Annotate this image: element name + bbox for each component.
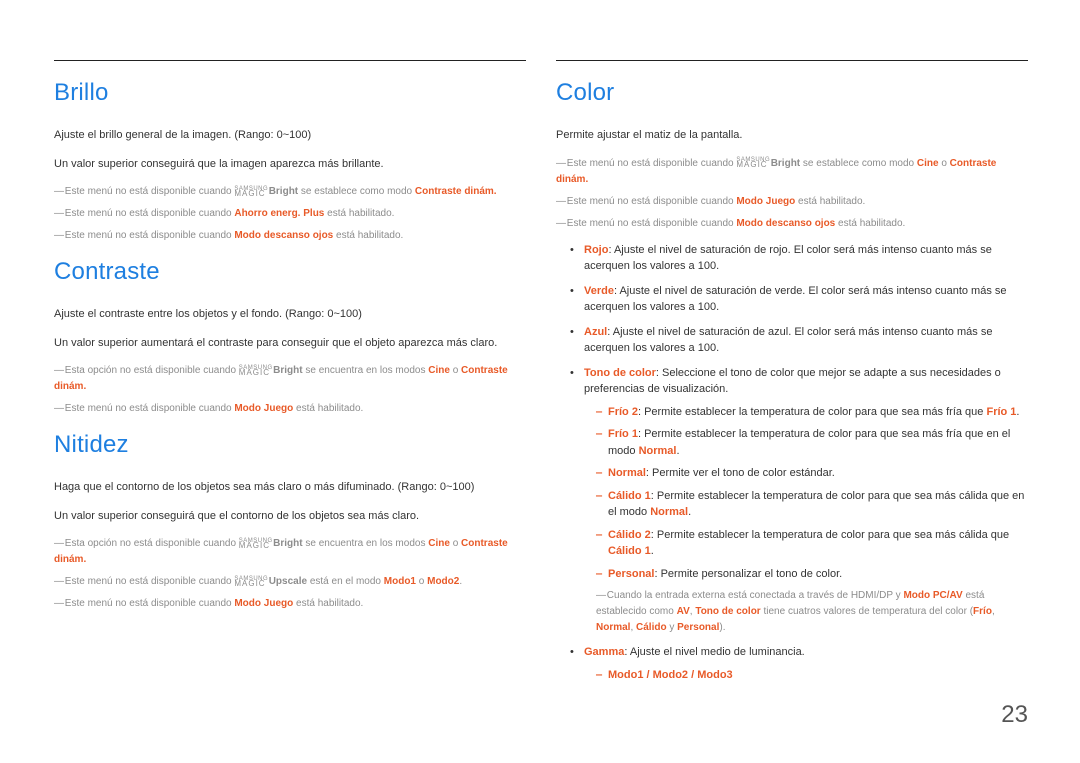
color-note1: Este menú no está disponible cuando SAMS… xyxy=(556,156,1028,188)
color-desc1: Permite ajustar el matiz de la pantalla. xyxy=(556,127,1028,144)
bullet-rojo: Rojo: Ajuste el nivel de saturación de r… xyxy=(574,242,1028,275)
samsung-magic-icon: SAMSUNGMAGIC xyxy=(239,539,273,549)
color-bullets: Rojo: Ajuste el nivel de saturación de r… xyxy=(556,242,1028,684)
samsung-magic-icon: SAMSUNGMAGIC xyxy=(239,366,273,376)
contraste-note2: Este menú no está disponible cuando Modo… xyxy=(54,401,526,417)
sub-personal: Personal: Permite personalizar el tono d… xyxy=(598,566,1028,583)
sub-frio1: Frío 1: Permite establecer la temperatur… xyxy=(598,426,1028,459)
color-note2: Este menú no está disponible cuando Modo… xyxy=(556,194,1028,210)
sub-normal: Normal: Permite ver el tono de color est… xyxy=(598,465,1028,482)
right-column: Color Permite ajustar el matiz de la pan… xyxy=(556,60,1028,723)
samsung-magic-icon: SAMSUNGMAGIC xyxy=(736,158,770,168)
sub-modos: Modo1 / Modo2 / Modo3 xyxy=(598,667,1028,684)
brillo-note3: Este menú no está disponible cuando Modo… xyxy=(54,228,526,244)
nitidez-note2: Este menú no está disponible cuando SAMS… xyxy=(54,574,526,590)
color-note3: Este menú no está disponible cuando Modo… xyxy=(556,216,1028,232)
contraste-note1: Esta opción no está disponible cuando SA… xyxy=(54,363,526,395)
page-number: 23 xyxy=(1001,697,1028,733)
page: Brillo Ajuste el brillo general de la im… xyxy=(0,0,1080,763)
contraste-desc2: Un valor superior aumentará el contraste… xyxy=(54,335,526,352)
nitidez-note1: Esta opción no está disponible cuando SA… xyxy=(54,536,526,568)
heading-color: Color xyxy=(556,75,1028,111)
contraste-desc1: Ajuste el contraste entre los objetos y … xyxy=(54,306,526,323)
bullet-azul: Azul: Ajuste el nivel de saturación de a… xyxy=(574,324,1028,357)
top-rule-left xyxy=(54,60,526,61)
brillo-note1: Este menú no está disponible cuando SAMS… xyxy=(54,184,526,200)
left-column: Brillo Ajuste el brillo general de la im… xyxy=(54,60,526,723)
brillo-desc2: Un valor superior conseguirá que la imag… xyxy=(54,156,526,173)
nitidez-note3: Este menú no está disponible cuando Modo… xyxy=(54,596,526,612)
tono-sublist: Frío 2: Permite establecer la temperatur… xyxy=(584,404,1028,583)
sub-calido1: Cálido 1: Permite establecer la temperat… xyxy=(598,488,1028,521)
brillo-desc1: Ajuste el brillo general de la imagen. (… xyxy=(54,127,526,144)
heading-brillo: Brillo xyxy=(54,75,526,111)
nitidez-desc1: Haga que el contorno de los objetos sea … xyxy=(54,479,526,496)
heading-nitidez: Nitidez xyxy=(54,427,526,463)
bullet-gamma: Gamma: Ajuste el nivel medio de luminanc… xyxy=(574,644,1028,683)
bullet-tono: Tono de color: Seleccione el tono de col… xyxy=(574,365,1028,637)
hdmi-footnote: Cuando la entrada externa está conectada… xyxy=(584,588,1028,636)
samsung-magic-icon: SAMSUNGMAGIC xyxy=(234,187,268,197)
heading-contraste: Contraste xyxy=(54,254,526,290)
samsung-magic-icon: SAMSUNGMAGIC xyxy=(234,577,268,587)
sub-calido2: Cálido 2: Permite establecer la temperat… xyxy=(598,527,1028,560)
gamma-sublist: Modo1 / Modo2 / Modo3 xyxy=(584,667,1028,684)
bullet-verde: Verde: Ajuste el nivel de saturación de … xyxy=(574,283,1028,316)
sub-frio2: Frío 2: Permite establecer la temperatur… xyxy=(598,404,1028,421)
top-rule-right xyxy=(556,60,1028,61)
brillo-note2: Este menú no está disponible cuando Ahor… xyxy=(54,206,526,222)
nitidez-desc2: Un valor superior conseguirá que el cont… xyxy=(54,508,526,525)
